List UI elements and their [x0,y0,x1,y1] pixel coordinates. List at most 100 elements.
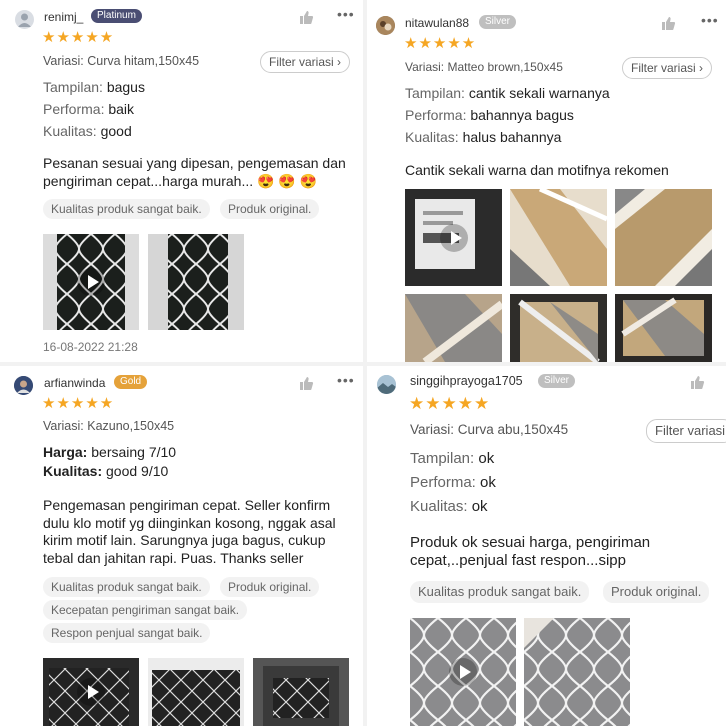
status-badge: Silver [538,374,576,388]
review-tag: Kualitas produk sangat baik. [410,581,590,603]
review-card: renimj_ Platinum ••• ★★★★★ Variasi: Curv… [0,0,362,362]
play-icon [439,223,468,252]
attr-value: ok [480,474,496,491]
variant-label: Variasi: Kazuno,150x45 [43,419,175,433]
review-video-thumbnail[interactable] [43,234,139,330]
rating-stars: ★★★★★ [404,35,477,52]
variant-label: Variasi: Curva abu,150x45 [410,422,569,437]
status-badge: Platinum [91,9,142,23]
attr-value: good 9/10 [106,463,169,479]
review-card: singgihprayoga1705 Silver ★★★★★ Variasi:… [367,366,726,726]
avatar[interactable] [15,10,34,29]
attr-key: Performa: [43,101,105,117]
review-photo-thumbnail[interactable] [615,189,712,286]
attr-kualitas: Kualitas: good 9/10 [43,463,168,479]
review-video-thumbnail[interactable] [43,658,139,726]
filter-variasi-button[interactable]: Filter variasi › [260,51,351,73]
attr-value: ok [471,498,488,515]
attr-performa: Performa: bahannya bagus [405,107,574,123]
variant-label: Variasi: Matteo brown,150x45 [405,60,563,74]
review-photo-thumbnail[interactable] [510,189,607,286]
thumbs-up-icon[interactable] [298,375,314,391]
review-video-thumbnail[interactable] [405,189,502,286]
filter-label: Filter variasi [631,61,696,75]
attr-tampilan: Tampilan: ok [410,450,494,467]
filter-variasi-button[interactable]: Filter variasi [646,419,726,443]
thumbs-up-icon[interactable] [298,9,314,25]
review-photo-thumbnail[interactable] [148,658,244,726]
attr-key: Performa: [405,107,467,123]
thumbs-up-icon[interactable] [660,15,676,31]
attr-value: good [100,123,132,139]
review-tag: Kualitas produk sangat baik. [43,199,210,219]
avatar[interactable] [376,16,395,35]
attr-key: Kualitas: [43,463,103,479]
review-text: Cantik sekali warna dan motifnya rekomen [405,162,669,178]
review-text: Produk ok sesuai harga, pengiriman cepat… [410,534,651,569]
attr-value: halus bahannya [462,129,562,145]
review-timestamp: 16-08-2022 21:28 [43,340,138,354]
review-video-thumbnail[interactable] [410,618,516,726]
username[interactable]: renimj_ [44,10,83,24]
review-tag: Produk original. [220,199,320,219]
attr-kualitas: Kualitas: halus bahannya [405,129,561,145]
attr-key: Harga: [43,444,88,460]
attr-value: bersaing 7/10 [91,444,177,460]
filter-variasi-button[interactable]: Filter variasi › [622,57,713,79]
review-tag: Kecepatan pengiriman sangat baik. [43,600,248,620]
username[interactable]: singgihprayoga1705 [410,374,523,388]
attr-key: Kualitas: [405,129,459,145]
review-photo-thumbnail[interactable] [524,618,630,726]
attr-harga: Harga: bersaing 7/10 [43,444,176,460]
attr-kualitas: Kualitas: good [43,123,132,139]
attr-tampilan: Tampilan: cantik sekali warnanya [405,85,610,101]
review-card: nitawulan88 Silver ••• ★★★★★ Variasi: Ma… [367,0,726,362]
play-icon [449,658,477,686]
attr-value: baik [108,101,135,117]
attr-tampilan: Tampilan: bagus [43,79,145,95]
review-tag: Respon penjual sangat baik. [43,623,211,643]
review-photo-thumbnail[interactable] [615,294,712,362]
attr-key: Kualitas: [410,498,468,515]
attr-key: Performa: [410,474,476,491]
more-dots-icon[interactable]: ••• [701,12,719,28]
variant-label: Variasi: Curva hitam,150x45 [43,54,200,68]
attr-key: Tampilan: [410,450,475,467]
attr-value: bagus [106,79,145,95]
play-icon [77,268,105,296]
review-photo-thumbnail[interactable] [405,294,502,362]
thumbs-up-icon[interactable] [689,374,705,390]
attr-performa: Performa: baik [43,101,134,117]
play-icon [77,678,105,706]
review-photo-thumbnail[interactable] [253,658,349,726]
attr-key: Kualitas: [43,123,97,139]
chevron-right-icon: › [699,61,704,75]
username[interactable]: arfianwinda [44,376,105,390]
status-badge: Silver [479,15,517,29]
attr-kualitas: Kualitas: ok [410,498,488,515]
rating-stars: ★★★★★ [409,394,491,413]
filter-label: Filter variasi [269,55,334,69]
attr-performa: Performa: ok [410,474,496,491]
review-photo-thumbnail[interactable] [148,234,244,330]
attr-value: cantik sekali warnanya [468,85,610,101]
filter-label: Filter variasi [655,423,726,438]
attr-key: Tampilan: [405,85,465,101]
review-tag: Produk original. [603,581,710,603]
review-tag: Kualitas produk sangat baik. [43,577,210,597]
review-text: Pengemasan pengiriman cepat. Seller konf… [43,497,336,566]
avatar[interactable] [14,376,33,395]
rating-stars: ★★★★★ [42,395,115,412]
review-card: arfianwinda Gold ••• ★★★★★ Variasi: Kazu… [0,366,362,726]
review-photo-thumbnail[interactable] [510,294,607,362]
attr-value: ok [478,450,495,467]
more-dots-icon[interactable]: ••• [337,372,355,388]
rating-stars: ★★★★★ [42,29,115,46]
attr-value: bahannya bagus [470,107,574,123]
username[interactable]: nitawulan88 [405,16,469,30]
chevron-right-icon: › [337,55,342,69]
avatar[interactable] [377,375,396,394]
more-dots-icon[interactable]: ••• [337,6,355,22]
review-text: Pesanan sesuai yang dipesan, pengemasan … [43,155,346,189]
review-tag: Produk original. [220,577,320,597]
